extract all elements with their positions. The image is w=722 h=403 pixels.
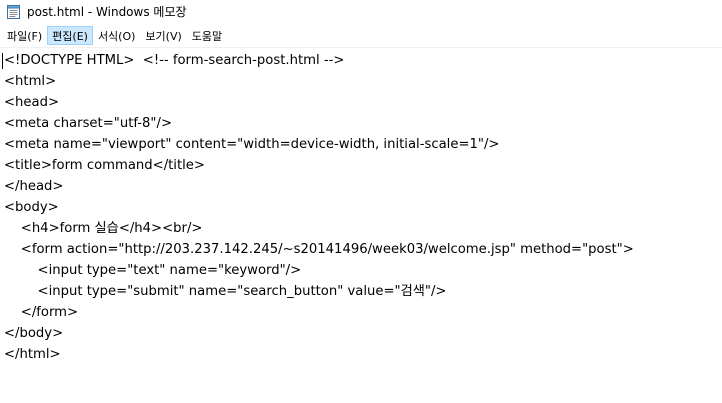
- text-editor[interactable]: <!DOCTYPE HTML> <!-- form-search-post.ht…: [0, 47, 722, 403]
- text-caret: [2, 53, 3, 69]
- editor-line: <head>: [4, 95, 60, 110]
- editor-line: </head>: [4, 179, 64, 194]
- notepad-window: post.html - Windows 메모장 파일(F) 편집(E) 서식(O…: [0, 0, 722, 403]
- editor-line: <form action="http://203.237.142.245/~s2…: [4, 242, 634, 257]
- menu-format[interactable]: 서식(O): [93, 26, 140, 45]
- notepad-icon: [7, 4, 20, 19]
- editor-lines: <!DOCTYPE HTML> <!-- form-search-post.ht…: [4, 50, 634, 365]
- editor-line: <title>form command</title>: [4, 158, 205, 173]
- window-title: post.html - Windows 메모장: [27, 5, 187, 19]
- menu-help[interactable]: 도움말: [187, 26, 227, 45]
- editor-line: <html>: [4, 74, 57, 89]
- editor-line: <!DOCTYPE HTML> <!-- form-search-post.ht…: [4, 53, 345, 68]
- editor-line: <meta charset="utf-8"/>: [4, 116, 172, 131]
- editor-line: <body>: [4, 200, 59, 215]
- editor-line: <input type="submit" name="search_button…: [4, 284, 447, 299]
- menu-bar: 파일(F) 편집(E) 서식(O) 보기(V) 도움말: [0, 25, 722, 46]
- menu-view[interactable]: 보기(V): [140, 26, 186, 45]
- editor-line: </form>: [4, 305, 79, 320]
- editor-line: <meta name="viewport" content="width=dev…: [4, 137, 500, 152]
- editor-line: </html>: [4, 347, 61, 362]
- title-bar[interactable]: post.html - Windows 메모장: [0, 0, 722, 24]
- menu-file[interactable]: 파일(F): [2, 26, 47, 45]
- editor-line: </body>: [4, 326, 64, 341]
- editor-line: <h4>form 실습</h4><br/>: [4, 221, 203, 236]
- editor-line: <input type="text" name="keyword"/>: [4, 263, 302, 278]
- menu-edit[interactable]: 편집(E): [47, 26, 93, 45]
